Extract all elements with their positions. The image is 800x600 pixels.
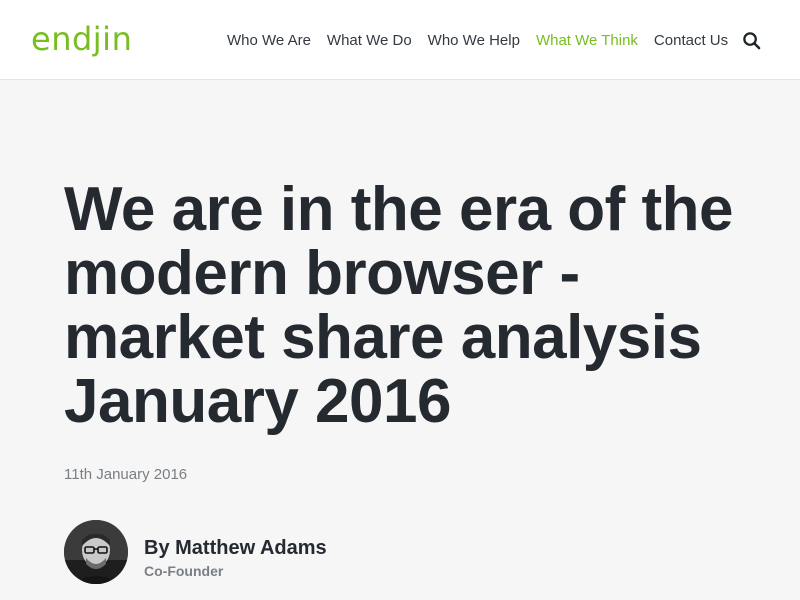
nav-what-we-think[interactable]: What We Think bbox=[536, 32, 638, 50]
main-nav: Who We Are What We Do Who We Help What W… bbox=[227, 32, 744, 50]
author-name[interactable]: By Matthew Adams bbox=[144, 536, 327, 560]
nav-who-we-are[interactable]: Who We Are bbox=[227, 32, 311, 50]
endjin-logo[interactable]: endjin bbox=[31, 19, 132, 59]
avatar-photo bbox=[64, 520, 128, 584]
avatar[interactable] bbox=[64, 520, 128, 584]
nav-what-we-do[interactable]: What We Do bbox=[327, 32, 412, 50]
article-hero: We are in the era of the modern browser … bbox=[0, 80, 800, 600]
nav-contact-us[interactable]: Contact Us bbox=[654, 32, 728, 50]
search-icon[interactable] bbox=[742, 31, 761, 50]
article-title: We are in the era of the modern browser … bbox=[64, 175, 734, 436]
nav-who-we-help[interactable]: Who We Help bbox=[428, 32, 520, 50]
site-header: endjin Who We Are What We Do Who We Help… bbox=[0, 0, 800, 80]
article-date: 11th January 2016 bbox=[64, 466, 188, 483]
author-role: Co-Founder bbox=[144, 563, 224, 579]
